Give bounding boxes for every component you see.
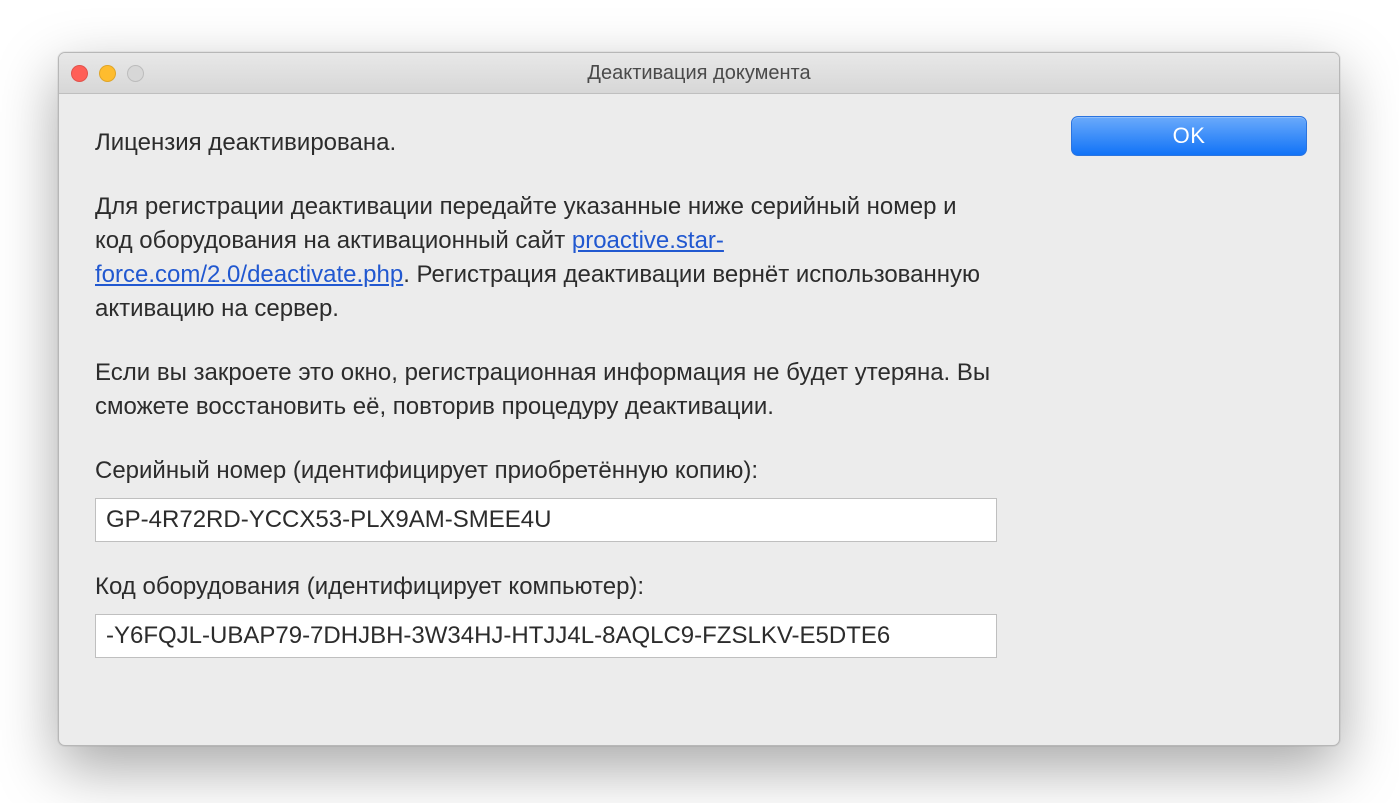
serial-label: Серийный номер (идентифицирует приобретё…	[95, 454, 997, 488]
window-title: Деактивация документа	[587, 62, 810, 85]
message-line-2: Для регистрации деактивации передайте ук…	[95, 190, 997, 326]
zoom-icon	[127, 65, 144, 82]
serial-field[interactable]	[95, 498, 997, 542]
message-line-3: Если вы закроете это окно, регистрационн…	[95, 356, 997, 424]
hardware-code-label: Код оборудования (идентифицирует компьют…	[95, 570, 997, 604]
ok-button[interactable]: OK	[1071, 116, 1307, 156]
window-controls	[71, 53, 144, 93]
hardware-code-field[interactable]	[95, 614, 997, 658]
minimize-icon[interactable]	[99, 65, 116, 82]
message-text: Лицензия деактивирована. Для регистрации…	[95, 126, 997, 658]
dialog-body: OK Лицензия деактивирована. Для регистра…	[59, 94, 1339, 745]
message-line-2a: Для регистрации деактивации передайте ук…	[95, 193, 957, 254]
message-line-1: Лицензия деактивирована.	[95, 126, 997, 160]
dialog-window: Деактивация документа OK Лицензия деакти…	[58, 52, 1340, 746]
titlebar: Деактивация документа	[59, 53, 1339, 94]
close-icon[interactable]	[71, 65, 88, 82]
